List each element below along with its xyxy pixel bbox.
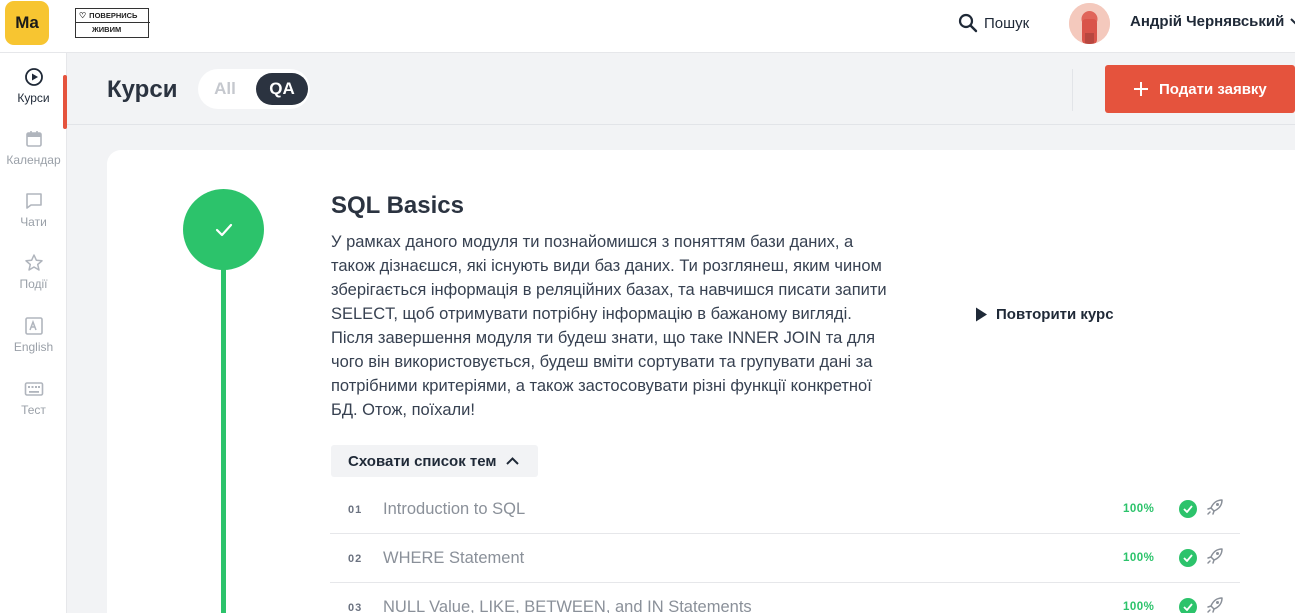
topic-progress: 100%	[1123, 503, 1155, 515]
search-label: Пошук	[984, 14, 1030, 32]
heart-icon: ♡	[79, 11, 87, 20]
apply-button[interactable]: Подати заявку	[1105, 65, 1295, 113]
chat-icon	[25, 193, 42, 209]
search-button[interactable]: Пошук	[958, 12, 1029, 34]
check-circle-icon	[1179, 598, 1197, 613]
timeline-line	[221, 250, 226, 613]
plus-icon	[1134, 82, 1148, 96]
partner-logo-line1: ПОВЕРНИСЬ	[89, 11, 138, 20]
play-icon	[976, 307, 987, 322]
sidebar-item-label: English	[13, 340, 54, 354]
filter-all[interactable]: All	[206, 73, 244, 105]
course-card: SQL Basics У рамках даного модуля ти поз…	[107, 150, 1295, 613]
topic-name: Introduction to SQL	[383, 500, 526, 518]
sidebar-item-test[interactable]: Тест	[0, 379, 67, 437]
partner-logo-line2: ЖИВИМ	[92, 25, 122, 34]
sidebar-item-label: Календар	[6, 153, 61, 167]
sidebar-item-english[interactable]: English	[0, 316, 67, 374]
sidebar-item-label: Чати	[20, 215, 47, 229]
chevron-up-icon	[506, 457, 520, 465]
course-description: У рамках даного модуля ти познайомишся з…	[331, 233, 887, 419]
rocket-icon	[1207, 548, 1223, 564]
topic-row[interactable]: 01 Introduction to SQL 100%	[330, 485, 1240, 534]
top-bar: Ma ♡ ПОВЕРНИСЬ ЖИВИМ Пошук Андрій Чернявс…	[0, 0, 1295, 53]
partner-logo[interactable]: ♡ ПОВЕРНИСЬ ЖИВИМ	[75, 8, 150, 38]
sidebar: Курси Календар Чати Події English Тест	[0, 53, 67, 613]
brand-logo[interactable]: Ma	[5, 1, 49, 45]
chevron-down-icon	[1290, 17, 1295, 24]
calendar-icon	[25, 131, 42, 147]
rocket-icon	[1207, 499, 1223, 515]
sidebar-item-courses[interactable]: Курси	[0, 67, 67, 129]
brand-logo-text: Ma	[15, 13, 39, 32]
repeat-course-label: Повторити курс	[996, 306, 1114, 323]
divider	[1072, 69, 1073, 111]
filter-qa[interactable]: QA	[256, 73, 308, 105]
sidebar-item-label: Курси	[17, 91, 50, 105]
topic-progress: 100%	[1123, 601, 1155, 613]
user-name: Андрій Чернявський	[1130, 13, 1285, 30]
sidebar-item-calendar[interactable]: Календар	[0, 129, 67, 187]
topic-row[interactable]: 02 WHERE Statement 100%	[330, 534, 1240, 583]
page-title: Курси	[107, 76, 178, 103]
search-icon	[958, 13, 978, 33]
check-circle-icon	[1179, 500, 1197, 518]
hide-topics-button[interactable]: Сховати список тем	[331, 445, 538, 477]
topic-name: NULL Value, LIKE, BETWEEN, and IN Statem…	[383, 598, 752, 613]
user-menu[interactable]: Андрій Чернявський	[1130, 13, 1295, 30]
sidebar-item-label: Події	[19, 277, 48, 291]
topic-number: 03	[348, 602, 363, 613]
topic-progress: 100%	[1123, 552, 1155, 564]
keyboard-icon	[24, 382, 43, 396]
sidebar-item-label: Тест	[21, 403, 46, 417]
topic-row[interactable]: 03 NULL Value, LIKE, BETWEEN, and IN Sta…	[330, 583, 1240, 613]
avatar[interactable]	[1069, 3, 1110, 44]
hide-topics-label: Сховати список тем	[348, 452, 497, 470]
avatar-image	[1069, 3, 1110, 44]
topic-list: 01 Introduction to SQL 100% 02 WHERE Sta…	[330, 485, 1240, 613]
repeat-course-button[interactable]: Повторити курс	[975, 306, 1114, 323]
check-icon	[215, 223, 232, 236]
play-circle-icon	[24, 68, 43, 86]
translate-icon	[24, 317, 43, 335]
star-icon	[24, 254, 43, 271]
check-circle-icon	[1179, 549, 1197, 567]
course-complete-badge	[183, 189, 264, 270]
topic-number: 02	[348, 553, 363, 565]
apply-button-label: Подати заявку	[1159, 80, 1267, 98]
sidebar-item-chats[interactable]: Чати	[0, 191, 67, 249]
sidebar-item-events[interactable]: Події	[0, 253, 67, 311]
page-header: Курси All QA Подати заявку	[67, 53, 1295, 125]
topic-number: 01	[348, 504, 363, 516]
rocket-icon	[1207, 597, 1223, 613]
topic-name: WHERE Statement	[383, 549, 525, 567]
course-title: SQL Basics	[331, 192, 464, 219]
course-filter-toggle: All QA	[198, 69, 310, 109]
